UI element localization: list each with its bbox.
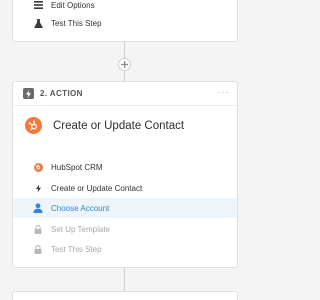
action-step-card: 2. ACTION ··· Create or Update Contact H… <box>12 81 238 268</box>
action-title-row: Create or Update Contact <box>25 117 184 134</box>
previous-step-card: Edit Options Test This Step <box>12 0 238 42</box>
set-up-template-item: Set Up Template <box>13 219 237 239</box>
lightning-icon <box>23 88 34 99</box>
step-label: 2. ACTION <box>40 89 83 98</box>
hubspot-sprocket-icon <box>33 162 43 172</box>
person-icon <box>33 203 43 213</box>
edit-options-label: Edit Options <box>51 0 95 10</box>
lock-icon <box>33 244 43 254</box>
choose-account-item[interactable]: Choose Account <box>13 198 237 218</box>
test-step-item[interactable]: Test This Step <box>13 13 237 33</box>
choose-account-label: Choose Account <box>51 203 110 213</box>
lock-icon <box>33 224 43 234</box>
action-title: Create or Update Contact <box>53 119 185 132</box>
next-step-card[interactable] <box>12 291 238 300</box>
plus-icon <box>121 61 128 68</box>
app-item-label: HubSpot CRM <box>51 162 103 172</box>
test-this-step-item: Test This Step <box>13 239 237 259</box>
event-item[interactable]: Create or Update Contact <box>13 178 237 198</box>
app-item-hubspot[interactable]: HubSpot CRM <box>13 157 237 177</box>
more-options-icon[interactable]: ··· <box>218 88 229 97</box>
lightning-icon <box>33 183 43 193</box>
add-step-button[interactable] <box>118 58 131 71</box>
event-item-label: Create or Update Contact <box>51 183 143 193</box>
test-step-label: Test This Step <box>51 18 102 28</box>
hubspot-sprocket-icon <box>25 117 42 134</box>
test-this-step-label: Test This Step <box>51 244 102 254</box>
flask-icon <box>33 18 43 28</box>
set-up-template-label: Set Up Template <box>51 224 110 234</box>
action-step-header[interactable]: 2. ACTION <box>13 82 237 106</box>
step-connector <box>124 268 125 291</box>
lines-icon <box>33 0 43 10</box>
